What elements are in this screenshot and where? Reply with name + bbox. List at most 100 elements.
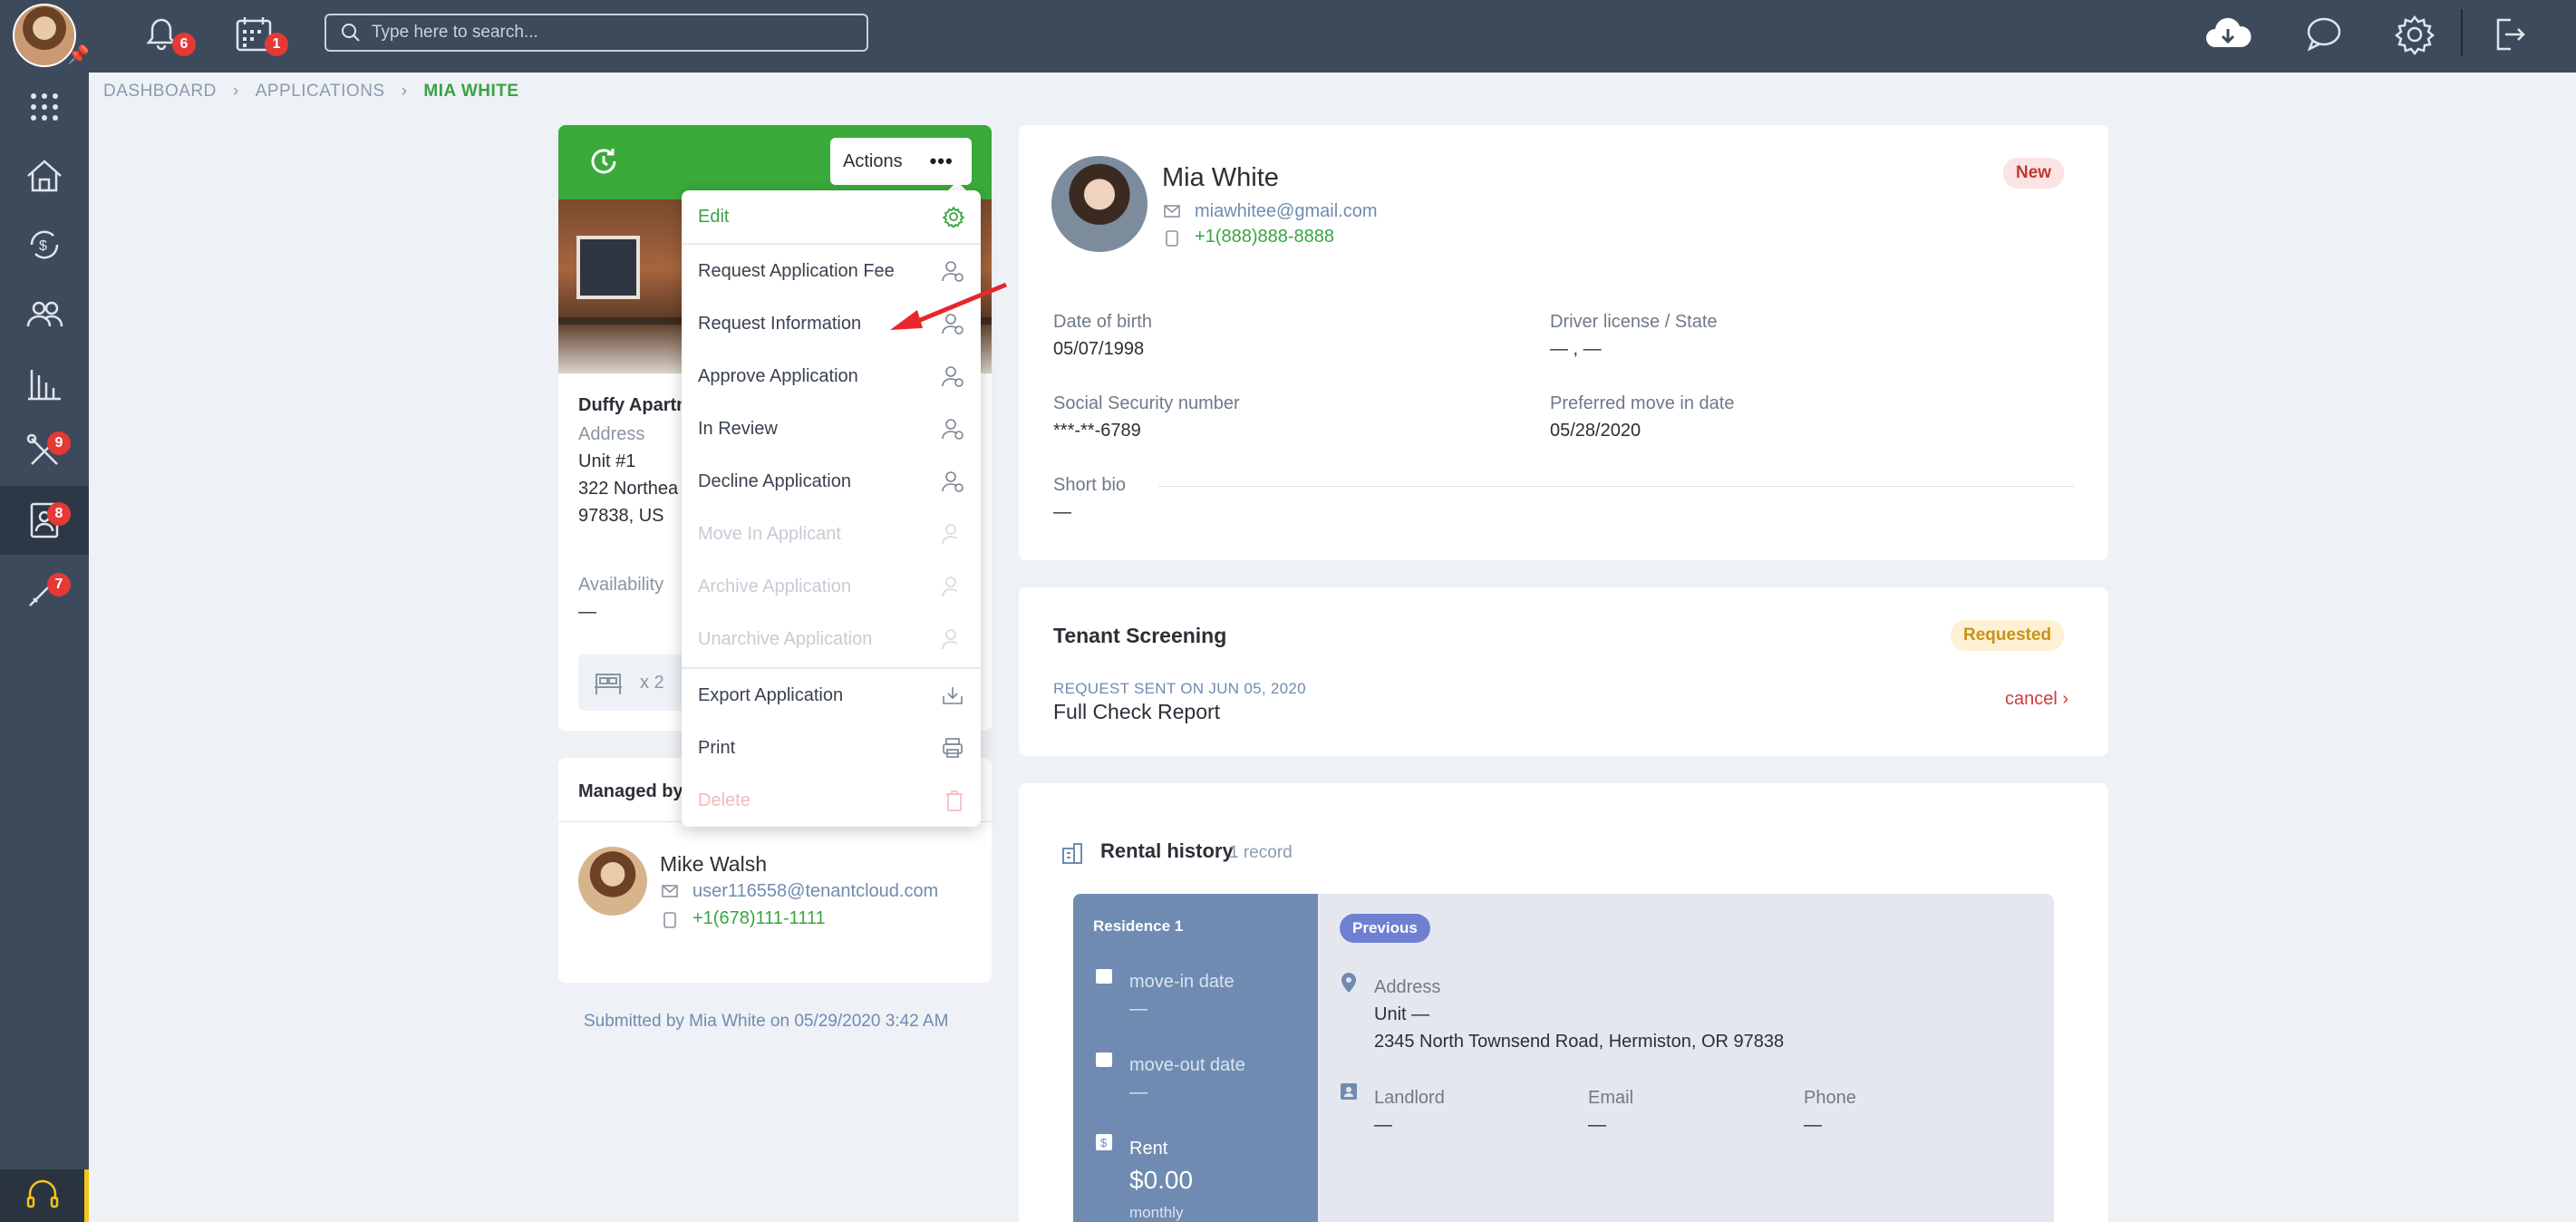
mail-icon: [662, 885, 678, 897]
search-icon: [342, 24, 360, 42]
tenants-icon[interactable]: [0, 279, 89, 348]
cancel-label: cancel: [2005, 689, 2058, 709]
annotation-arrow: [890, 282, 1007, 330]
menu-item-label: Print: [698, 737, 736, 758]
menu-item-unarchive-application: Unarchive Application: [682, 613, 981, 665]
applicant-avatar: [1051, 156, 1148, 252]
payments-icon[interactable]: $: [0, 210, 89, 279]
residence-tag: Previous: [1340, 914, 1430, 943]
user-action-icon: [942, 471, 964, 492]
apps-grid-icon[interactable]: [0, 73, 89, 141]
properties-icon[interactable]: [0, 141, 89, 210]
menu-item-print[interactable]: Print: [682, 722, 981, 774]
residence-unit: Unit —: [1374, 1004, 1430, 1024]
menu-item-label: Edit: [698, 206, 730, 227]
pin-icon: 📌: [67, 45, 90, 65]
screening-status-badge: Requested: [1951, 620, 2065, 651]
applications-badge: 8: [47, 502, 71, 526]
availability-label: Availability: [578, 575, 664, 595]
tools-icon[interactable]: [0, 557, 89, 626]
license-label: Driver license / State: [1550, 312, 1718, 332]
support-icon[interactable]: [0, 1169, 89, 1222]
bio-value: —: [1053, 502, 1071, 522]
move-in-date-label: move-in date: [1129, 972, 1235, 992]
rent-label: Rent: [1129, 1139, 1168, 1159]
menu-item-label: Approve Application: [698, 365, 858, 386]
beds-count: x 2: [640, 672, 664, 693]
svg-text:$: $: [1100, 1136, 1108, 1149]
tenant-screening-card: [1019, 587, 2108, 756]
trash-icon: [946, 790, 963, 811]
property-unit: Unit #1: [578, 451, 636, 471]
menu-item-edit[interactable]: Edit: [682, 190, 981, 243]
sidebar: $ 9 8 7: [0, 73, 89, 1222]
managed-by-title: Managed by: [578, 781, 683, 801]
menu-item-label: Move In Applicant: [698, 523, 841, 544]
manager-name: Mike Walsh: [660, 852, 767, 876]
menu-item-export-application[interactable]: Export Application: [682, 669, 981, 722]
breadcrumb-current: MIA WHITE: [423, 82, 519, 101]
rental-history-count: 1 record: [1229, 843, 1293, 862]
export-icon: [943, 687, 963, 704]
chat-icon[interactable]: [2302, 13, 2346, 56]
menu-item-label: Delete: [698, 790, 751, 810]
manager-phone[interactable]: +1(678)111-1111: [692, 908, 826, 929]
notifications-badge: 6: [172, 33, 196, 56]
menu-item-label: Request Application Fee: [698, 260, 895, 281]
menu-item-label: Request Information: [698, 313, 862, 334]
breadcrumb-applications[interactable]: APPLICATIONS: [256, 82, 385, 102]
menu-item-in-review[interactable]: In Review: [682, 402, 981, 455]
bed-icon: [595, 674, 622, 694]
top-divider: [2461, 9, 2463, 56]
print-icon: [943, 738, 963, 758]
building-icon: [1062, 843, 1082, 864]
property-zip: 97838, US: [578, 506, 664, 526]
move-in-value: 05/28/2020: [1550, 421, 1641, 441]
residence-details: [1318, 894, 2054, 1222]
submitted-text: Submitted by Mia White on 05/29/2020 3:4…: [584, 1012, 949, 1031]
phone-icon: [1166, 230, 1178, 247]
menu-item-move-in-applicant: Move In Applicant: [682, 508, 981, 560]
manager-email[interactable]: user116558@tenantcloud.com: [692, 881, 938, 902]
rent-value: $0.00: [1129, 1166, 1194, 1194]
gear-icon[interactable]: [2393, 13, 2436, 56]
applicant-email[interactable]: miawhitee@gmail.com: [1195, 201, 1377, 222]
screening-title: Tenant Screening: [1053, 624, 1227, 647]
screening-sent: REQUEST SENT ON JUN 05, 2020: [1053, 680, 1306, 697]
menu-item-archive-application: Archive Application: [682, 560, 981, 613]
menu-item-label: Decline Application: [698, 470, 851, 491]
dropdown-caret: [948, 181, 966, 190]
menu-item-label: Unarchive Application: [698, 628, 873, 649]
pin-icon: [1341, 973, 1356, 993]
mail-icon: [1164, 205, 1180, 218]
availability-value: —: [578, 602, 596, 622]
menu-item-approve-application[interactable]: Approve Application: [682, 350, 981, 402]
residence-address: 2345 North Townsend Road, Hermiston, OR …: [1374, 1032, 1785, 1052]
maintenance-icon[interactable]: [0, 417, 89, 486]
search-box[interactable]: [324, 14, 868, 52]
top-bar: 📌 6 1: [0, 0, 2576, 73]
actions-button[interactable]: Actions •••: [830, 138, 972, 185]
ssn-value: ***-**-6789: [1053, 421, 1141, 441]
menu-item-decline-application[interactable]: Decline Application: [682, 455, 981, 508]
gear-icon: [943, 206, 964, 228]
svg-text:$: $: [39, 238, 47, 254]
logout-icon[interactable]: [2487, 13, 2531, 56]
breadcrumb-dashboard[interactable]: DASHBOARD: [103, 82, 217, 102]
status-badge: New: [2003, 158, 2065, 189]
property-name[interactable]: Duffy Apartm: [578, 395, 692, 416]
refresh-icon[interactable]: [587, 145, 620, 178]
menu-item-label: Archive Application: [698, 576, 851, 596]
bio-divider: [1158, 486, 2074, 487]
license-value: — , —: [1550, 339, 1602, 359]
applications-icon[interactable]: [0, 486, 89, 555]
move-out-date-label: move-out date: [1129, 1055, 1245, 1075]
maintenance-badge: 9: [47, 432, 71, 455]
dob-label: Date of birth: [1053, 312, 1152, 332]
reports-icon[interactable]: [0, 348, 89, 417]
search-input[interactable]: [372, 23, 843, 43]
breadcrumb: DASHBOARD › APPLICATIONS › MIA WHITE: [103, 82, 519, 102]
applicant-phone[interactable]: +1(888)888-8888: [1195, 227, 1334, 247]
screening-cancel-link[interactable]: cancel ›: [2005, 689, 2068, 710]
cloud-download-icon[interactable]: [2203, 13, 2252, 56]
